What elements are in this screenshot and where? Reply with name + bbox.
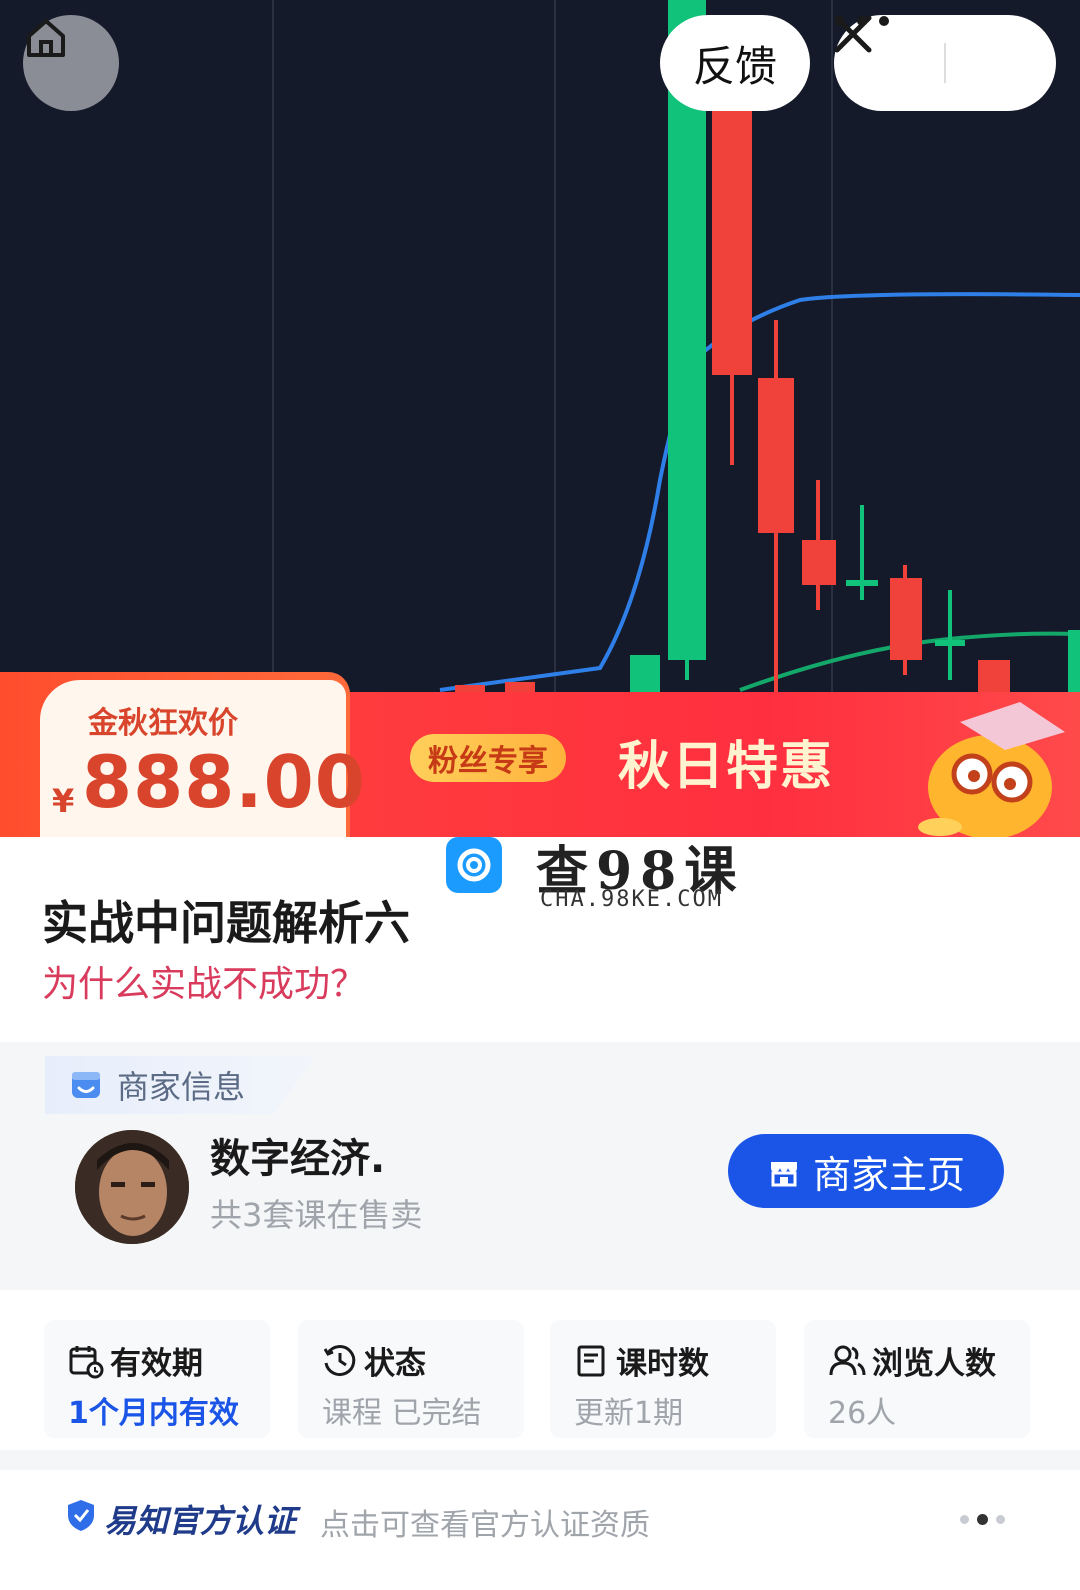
merchant-course-count: 共3套课在售卖 <box>210 1196 423 1234</box>
candle-green <box>935 640 965 646</box>
feedback-button[interactable]: 反馈 <box>660 15 810 111</box>
fan-exclusive-tag: 粉丝专享 <box>410 734 566 782</box>
stat-label: 浏览人数 <box>872 1346 996 1382</box>
carousel-dot <box>996 1515 1005 1524</box>
stat-value: 更新1期 <box>574 1396 684 1431</box>
price-label: 金秋狂欢价 <box>88 706 238 741</box>
merchant-home-button[interactable]: 商家主页 <box>728 1134 1004 1208</box>
carousel-dot-active <box>977 1514 988 1525</box>
stat-status-head: 状态 <box>322 1338 426 1383</box>
price-card: 金秋狂欢价 ¥ 888.00 <box>40 680 365 837</box>
mascot-icon <box>918 702 1065 837</box>
candle-green <box>846 580 878 586</box>
stat-lessons: 课时数 更新1期 <box>550 1320 776 1438</box>
watermark-logo-icon <box>446 837 502 893</box>
store-face-icon <box>72 1072 100 1098</box>
merchant-section-tag: 商家信息 <box>45 1056 315 1114</box>
stat-label: 有效期 <box>110 1346 203 1382</box>
promo-banner: 金秋狂欢价 ¥ 888.00 粉丝专享 秋日特惠 <box>0 672 1080 837</box>
course-title-area: 查98课 CHA.98KE.COM 实战中问题解析六 为什么实战不成功？ <box>0 837 1080 1042</box>
clock-history-icon <box>323 1344 356 1376</box>
merchant-section: 商家信息 数字经济. 共3套课在售卖 商家主页 <box>0 1042 1080 1290</box>
stat-value: 1个月内有效 <box>68 1396 239 1431</box>
stat-label: 状态 <box>364 1346 426 1382</box>
candle-red <box>758 378 794 533</box>
certification-name: 易知官方认证 <box>104 1502 297 1540</box>
stat-validity: 有效期 1个月内有效 <box>44 1320 270 1438</box>
users-icon <box>829 1345 866 1375</box>
section-divider <box>0 1450 1080 1470</box>
stat-views-head: 浏览人数 <box>828 1338 996 1383</box>
stat-value: 26人 <box>828 1396 897 1431</box>
shield-check-icon <box>68 1500 94 1531</box>
course-subtitle: 为什么实战不成功？ <box>42 964 367 1005</box>
autumn-sale-label: 秋日特惠 <box>618 737 835 797</box>
candle-red <box>890 578 922 660</box>
carousel-dot <box>960 1515 969 1524</box>
document-icon <box>577 1345 605 1376</box>
carousel-indicator <box>960 1514 1005 1525</box>
watermark-url: CHA.98KE.COM <box>540 887 723 912</box>
home-button[interactable] <box>23 15 119 111</box>
stat-status: 状态 课程 已完结 <box>298 1320 524 1438</box>
close-button[interactable] <box>834 15 1056 111</box>
course-stats: 有效期 1个月内有效 状态 课程 已完结 课时数 更新1期 浏览人数 26人 <box>0 1290 1080 1450</box>
stat-validity-head: 有效期 <box>68 1338 203 1383</box>
stat-label: 课时数 <box>616 1346 709 1382</box>
certification-description: 点击可查看官方认证资质 <box>320 1508 650 1543</box>
mini-program-capsule <box>834 15 1056 111</box>
store-icon <box>770 1162 797 1187</box>
merchant-home-label: 商家主页 <box>812 1152 965 1197</box>
course-title: 实战中问题解析六 <box>42 896 410 950</box>
close-icon <box>834 15 872 53</box>
avatar[interactable] <box>75 1130 189 1244</box>
merchant-name: 数字经济. <box>210 1136 386 1182</box>
merchant-section-label: 商家信息 <box>117 1068 246 1106</box>
candle-red <box>802 540 836 585</box>
calendar-clock-icon <box>69 1345 104 1378</box>
official-certification[interactable]: 易知官方认证 点击可查看官方认证资质 <box>0 1470 1080 1590</box>
hero-chart-image: 反馈 <box>0 0 1080 700</box>
home-icon <box>27 19 65 57</box>
currency-symbol: ¥ <box>52 782 75 820</box>
stat-value: 课程 已完结 <box>322 1396 482 1431</box>
stat-lessons-head: 课时数 <box>574 1338 709 1383</box>
price-value: 888.00 <box>82 740 366 824</box>
candle-red <box>712 90 752 375</box>
stat-views: 浏览人数 26人 <box>804 1320 1030 1438</box>
